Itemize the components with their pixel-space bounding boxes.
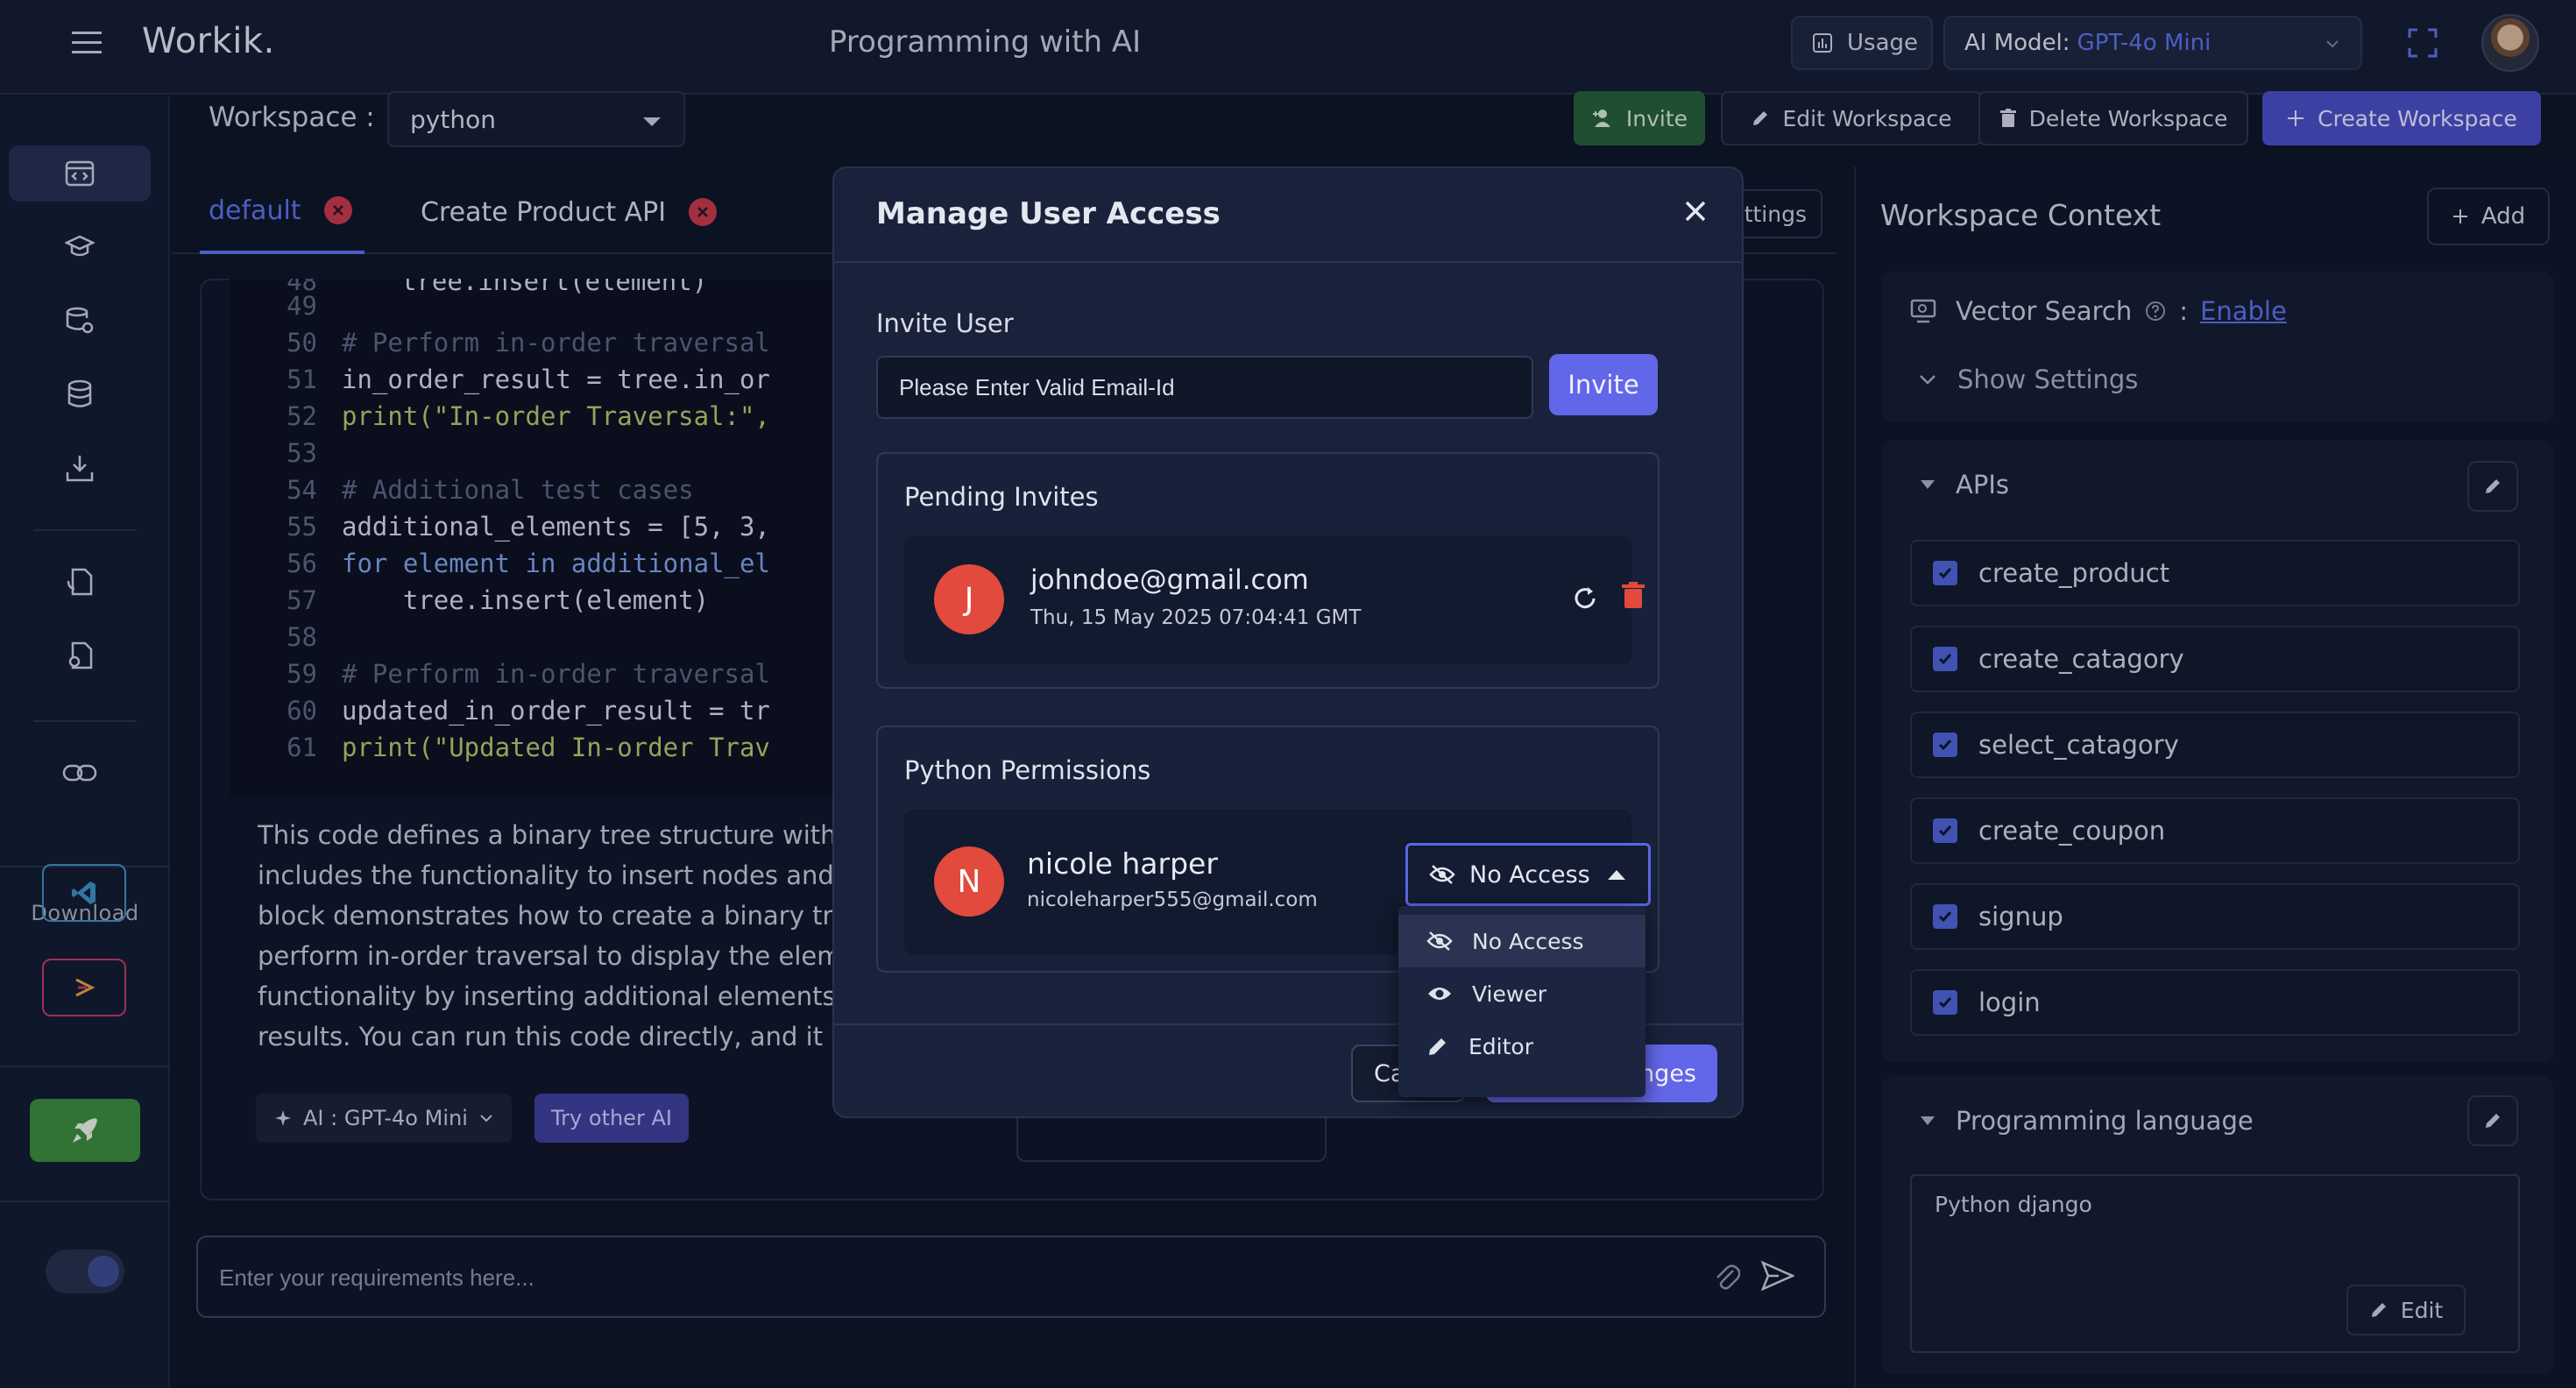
option-label: Editor	[1468, 1033, 1533, 1059]
permissions-title: Python Permissions	[904, 755, 1151, 785]
close-icon[interactable]	[1682, 198, 1709, 224]
user-name: nicole harper	[1027, 846, 1218, 881]
send-invite-button[interactable]: Invite	[1549, 354, 1658, 415]
option-no-access[interactable]: No Access	[1398, 915, 1645, 967]
eye-off-icon	[1426, 931, 1453, 951]
pending-invite-row: J johndoe@gmail.com Thu, 15 May 2025 07:…	[904, 536, 1645, 664]
modal-header: Manage User Access	[834, 168, 1742, 263]
access-level-dropdown: No Access Viewer Editor	[1398, 906, 1645, 1097]
resend-icon[interactable]	[1570, 584, 1600, 613]
eye-icon	[1428, 988, 1451, 1000]
access-level-value: No Access	[1469, 860, 1590, 889]
option-editor[interactable]: Editor	[1398, 1020, 1645, 1073]
option-label: Viewer	[1472, 981, 1546, 1007]
avatar: J	[934, 564, 1004, 634]
avatar: N	[934, 846, 1004, 917]
user-email: nicoleharper555@gmail.com	[1027, 889, 1318, 911]
caret-up-icon	[1608, 870, 1625, 880]
option-viewer[interactable]: Viewer	[1398, 967, 1645, 1020]
pending-date: Thu, 15 May 2025 07:04:41 GMT	[1030, 606, 1362, 629]
pending-invites-title: Pending Invites	[904, 482, 1099, 512]
delete-invite-icon[interactable]	[1621, 582, 1645, 610]
option-label: No Access	[1472, 928, 1584, 954]
email-field[interactable]	[876, 356, 1533, 419]
pencil-icon	[1429, 1038, 1446, 1055]
modal-title: Manage User Access	[876, 196, 1221, 231]
pending-invites-card: Pending Invites J johndoe@gmail.com Thu,…	[876, 452, 1660, 689]
pending-email: johndoe@gmail.com	[1030, 564, 1309, 596]
access-level-select[interactable]: No Access	[1405, 843, 1651, 906]
eye-off-icon	[1429, 865, 1455, 884]
invite-user-label: Invite User	[876, 308, 1014, 338]
